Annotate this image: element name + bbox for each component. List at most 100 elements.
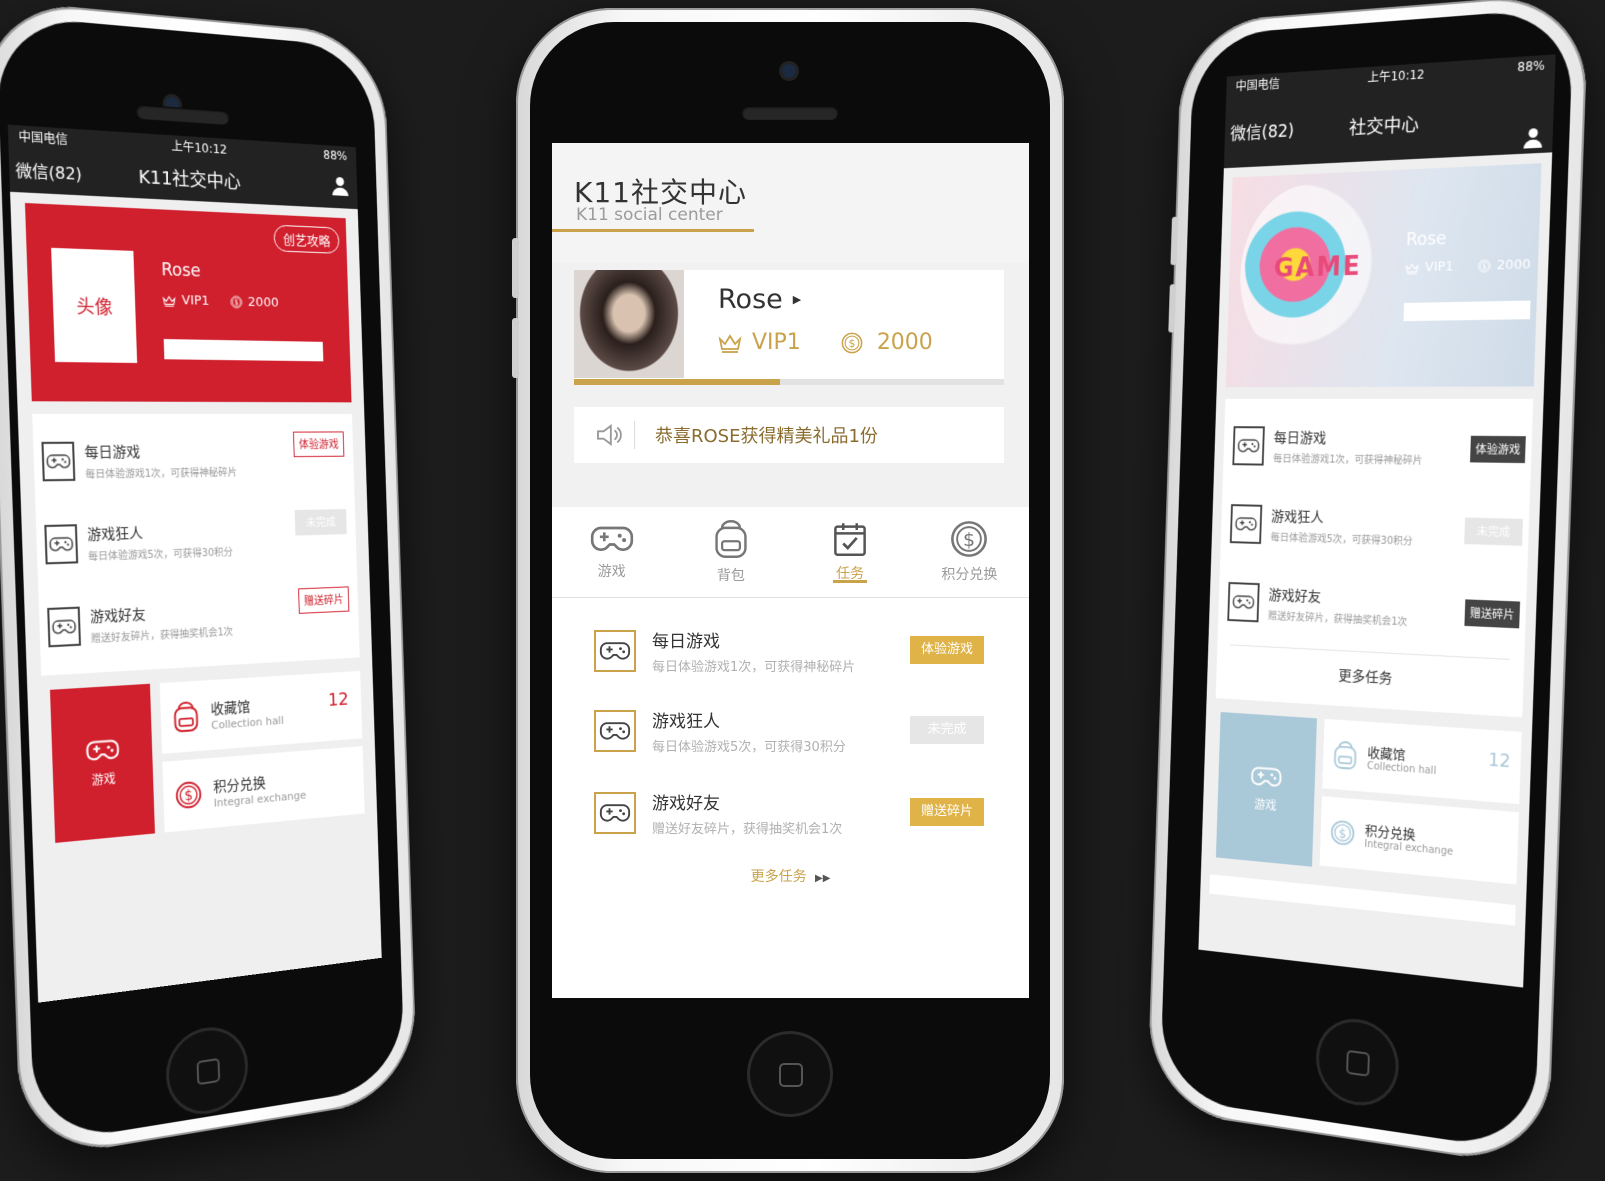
center-task-list: 每日游戏 每日体验游戏1次，可获得神秘碎片 体验游戏 游戏狂人 每日体验游戏5次… [552, 598, 1029, 998]
avatar-label: 头像 [76, 296, 113, 319]
task-title: 每日游戏 [84, 444, 141, 462]
right-profile-stats: VIP1 2000 [1405, 257, 1531, 276]
right-task-list: 每日游戏 每日体验游戏1次，可获得神秘碎片 体验游戏 游戏狂人 每日体验游戏5次… [1215, 398, 1534, 718]
tab-game[interactable]: 游戏 [552, 507, 671, 597]
left-points: 2000 [247, 294, 279, 311]
gamepad-icon [1229, 504, 1263, 545]
left-exchange-tile[interactable]: 积分兑换 Integral exchange [162, 746, 365, 833]
crown-icon [718, 333, 742, 353]
incomplete-button[interactable]: 未完成 [294, 508, 347, 536]
center-home-button[interactable] [750, 1034, 830, 1114]
user-icon[interactable] [332, 175, 349, 197]
task-item: 游戏狂人 每日体验游戏5次，可获得30积分 未完成 [594, 706, 994, 756]
right-collection-tile[interactable]: 收藏馆 Collection hall 12 [1322, 718, 1522, 805]
left-progress-bar [163, 339, 324, 362]
experience-progress [574, 379, 1004, 385]
coin-icon [1330, 819, 1356, 847]
right-collection-count: 12 [1488, 750, 1511, 773]
try-game-button[interactable]: 体验游戏 [910, 636, 984, 664]
notice-text: 恭喜ROSE获得精美礼品1份 [655, 426, 878, 447]
center-header: K11社交中心 K11 social center [552, 143, 1029, 263]
task-item: 游戏狂人 每日体验游戏5次，可获得30积分 未完成 [1220, 484, 1530, 572]
page-subtitle: K11 social center [576, 205, 723, 225]
center-volume-button[interactable] [512, 318, 519, 378]
task-title: 每日游戏 [1273, 430, 1327, 447]
right-exchange-tile[interactable]: 积分兑换 Integral exchange [1319, 796, 1519, 885]
task-subtitle: 每日体验游戏1次，可获得神秘碎片 [1272, 453, 1423, 467]
try-game-button[interactable]: 体验游戏 [1470, 435, 1526, 464]
task-item: 每日游戏 每日体验游戏1次，可获得神秘碎片 体验游戏 [594, 626, 994, 676]
task-subtitle: 每日体验游戏1次，可获得神秘碎片 [652, 660, 856, 675]
avatar[interactable]: 头像 [51, 247, 138, 363]
tab-backpack[interactable]: 背包 [671, 507, 790, 597]
center-screen: K11社交中心 K11 social center Rose ▶ VIP1 20… [552, 143, 1029, 998]
incomplete-button[interactable]: 未完成 [1464, 517, 1523, 546]
more-tasks-label: 更多任务 [750, 869, 807, 885]
right-more-tasks-link[interactable]: 更多任务 [1216, 658, 1523, 696]
tab-tasks[interactable]: 任务 [791, 507, 910, 597]
left-task-list: 每日游戏 每日体验游戏1次，可获得神秘碎片 体验游戏 游戏狂人 每日体验游戏5次… [32, 413, 360, 676]
gamepad-icon [85, 736, 120, 763]
left-phone: 中国电信 上午10:12 88% 微信(82) K11社交中心 创艺攻略 头像 … [0, 0, 418, 1162]
right-volume-button[interactable] [1170, 216, 1179, 266]
task-subtitle: 赠送好友碎片，获得抽奖机会1次 [652, 822, 843, 837]
right-points: 2000 [1496, 256, 1531, 274]
notice-divider [634, 421, 635, 449]
right-battery: 88% [1517, 58, 1546, 75]
task-item: 每日游戏 每日体验游戏1次，可获得神秘碎片 体验游戏 [32, 420, 354, 504]
left-collection-count: 12 [327, 689, 349, 711]
arrow-right-icon: ▶ [792, 293, 802, 306]
right-volume-button[interactable] [1168, 284, 1177, 333]
crown-icon [162, 294, 176, 306]
calendar-check-icon [832, 521, 868, 557]
gift-fragment-button[interactable]: 赠送碎片 [298, 586, 350, 614]
right-game-tile[interactable]: 游戏 [1215, 711, 1317, 867]
points-value: 2000 [876, 330, 933, 355]
gamepad-icon [594, 710, 636, 752]
center-tab-bar: 游戏 背包 任务 积分兑换 [552, 507, 1029, 598]
task-title: 游戏好友 [89, 606, 146, 626]
center-volume-button[interactable] [512, 238, 519, 298]
gamepad-icon [1227, 581, 1260, 623]
right-banner: GAME Rose VIP1 2000 [1225, 163, 1542, 388]
task-item: 游戏狂人 每日体验游戏5次，可获得30积分 未完成 [35, 497, 357, 586]
backpack-icon [1332, 739, 1358, 771]
center-earpiece [742, 106, 838, 120]
try-game-button[interactable]: 体验游戏 [292, 431, 345, 458]
task-title: 游戏好友 [652, 794, 720, 814]
coin-icon [175, 780, 203, 810]
tab-label: 任务 [836, 566, 865, 582]
task-item: 游戏好友 赠送好友碎片，获得抽奖机会1次 赠送碎片 [594, 788, 994, 838]
notice-bar[interactable]: 恭喜ROSE获得精美礼品1份 [574, 407, 1004, 463]
game-banner-art: GAME [1237, 180, 1381, 363]
tab-label: 积分兑换 [941, 567, 998, 583]
right-bottom-grid: 游戏 收藏馆 Collection hall 12 积分兑换 Integral … [1210, 711, 1522, 897]
left-game-tile[interactable]: 游戏 [49, 683, 155, 843]
tab-points-exchange[interactable]: 积分兑换 [910, 507, 1029, 597]
left-guide-badge[interactable]: 创艺攻略 [273, 224, 340, 254]
task-title: 每日游戏 [652, 632, 720, 652]
title-underline [552, 229, 754, 232]
left-profile-card: 创艺攻略 头像 Rose VIP1 2000 [24, 202, 352, 403]
crown-icon [1405, 262, 1419, 275]
banner-art-text: GAME [1273, 251, 1363, 284]
right-progress-bar [1403, 300, 1531, 322]
left-collection-tile[interactable]: 收藏馆 Collection hall 12 [159, 670, 363, 754]
user-icon[interactable] [1523, 126, 1542, 150]
more-tasks-link[interactable]: 更多任务 ▶▶ [552, 866, 1029, 886]
tab-label: 游戏 [597, 564, 626, 580]
task-subtitle: 赠送好友碎片，获得抽奖机会1次 [90, 626, 234, 646]
gamepad-icon [1250, 763, 1282, 789]
coin-icon [841, 332, 863, 354]
task-subtitle: 每日体验游戏5次，可获得30积分 [652, 740, 846, 755]
incomplete-button[interactable]: 未完成 [910, 716, 984, 744]
gift-fragment-button[interactable]: 赠送碎片 [910, 798, 984, 826]
backpack-icon [713, 519, 749, 559]
right-carrier: 中国电信 [1235, 76, 1281, 94]
right-profile-name: Rose [1405, 228, 1447, 251]
profile-name-row[interactable]: Rose ▶ [718, 284, 801, 315]
center-front-camera [782, 64, 796, 78]
profile-photo[interactable] [574, 270, 684, 378]
gift-fragment-button[interactable]: 赠送碎片 [1464, 599, 1521, 629]
tab-label: 背包 [716, 568, 745, 584]
